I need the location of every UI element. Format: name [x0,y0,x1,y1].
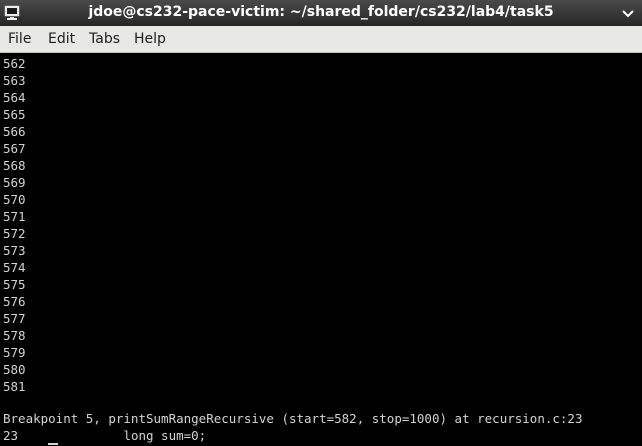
terminal-area[interactable]: 562 563 564 565 566 567 568 569 570 571 … [0,53,642,446]
output-line: 570 [3,192,26,207]
output-line: 562 [3,56,26,71]
output-line: 568 [3,158,26,173]
menu-file[interactable]: File [8,31,31,47]
output-line: 565 [3,107,26,122]
output-line: 575 [3,277,26,292]
output-line: 580 [3,362,26,377]
debugger-output: Breakpoint 5, printSumRangeRecursive (st… [3,410,582,444]
title-bar[interactable]: jdoe@cs232-pace-victim: ~/shared_folder/… [0,0,642,26]
output-line: 581 [3,379,26,394]
output-line: 569 [3,175,26,190]
menu-bar: File Edit Tabs Help [0,26,642,53]
output-line: 564 [3,90,26,105]
source-line: 23 long sum=0; [3,428,207,443]
output-line: 566 [3,124,26,139]
output-line: 574 [3,260,26,275]
output-line: 572 [3,226,26,241]
output-line: 577 [3,311,26,326]
output-lines: 562 563 564 565 566 567 568 569 570 571 … [3,55,26,395]
output-line: 571 [3,209,26,224]
output-line: 563 [3,73,26,88]
output-line: 567 [3,141,26,156]
output-line: 578 [3,328,26,343]
output-line: 579 [3,345,26,360]
chevron-down-icon[interactable] [618,3,638,23]
terminal-window: jdoe@cs232-pace-victim: ~/shared_folder/… [0,0,642,446]
text-cursor [48,443,58,445]
output-line: 576 [3,294,26,309]
menu-edit[interactable]: Edit [48,31,75,47]
window-title: jdoe@cs232-pace-victim: ~/shared_folder/… [88,4,554,20]
menu-tabs[interactable]: Tabs [89,31,120,47]
output-line: 573 [3,243,26,258]
menu-help[interactable]: Help [134,31,166,47]
breakpoint-message: Breakpoint 5, printSumRangeRecursive (st… [3,411,583,426]
